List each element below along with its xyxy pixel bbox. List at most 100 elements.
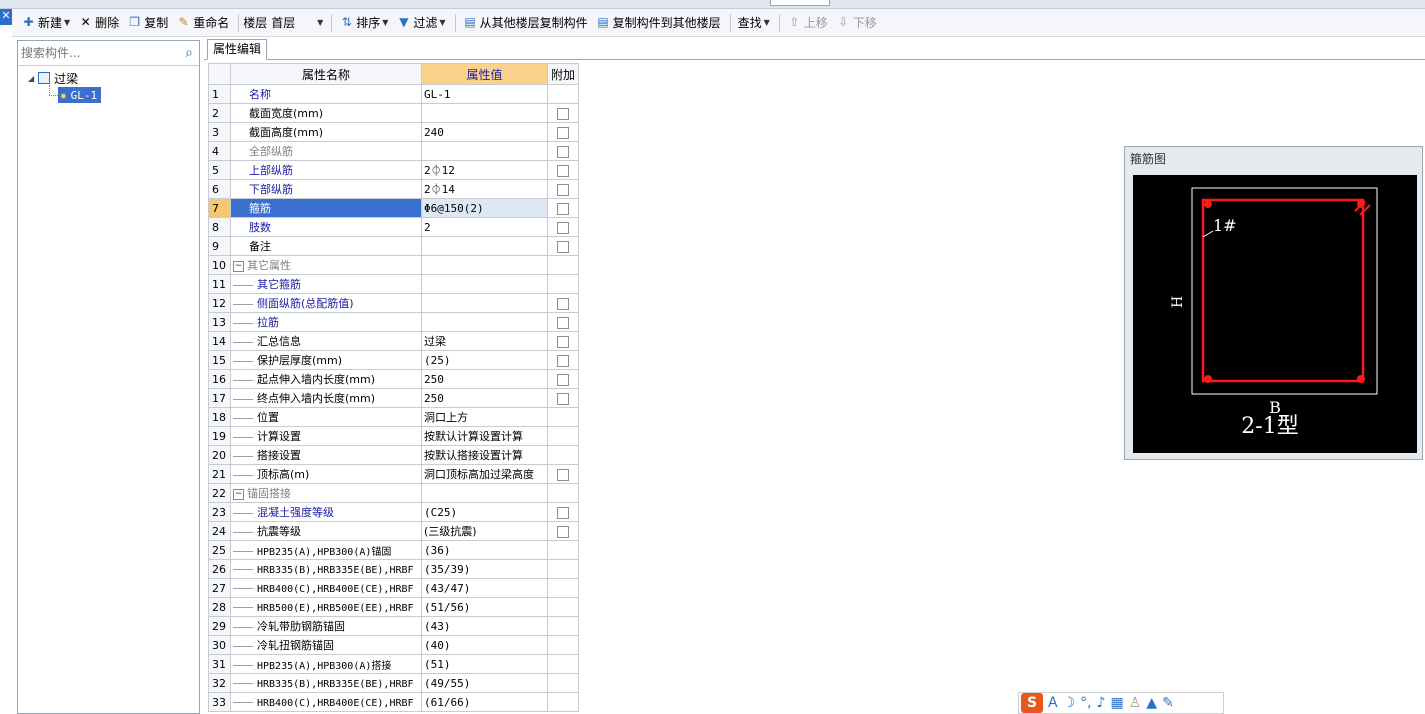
col-header-value[interactable]: 属性值	[421, 63, 548, 85]
filter-button[interactable]: ▼ 过滤 ▼	[393, 12, 448, 34]
table-row[interactable]: 10− 其它属性	[208, 255, 579, 275]
table-row[interactable]: 11 其它箍筋	[208, 274, 579, 294]
property-value-cell[interactable]: (40)	[421, 635, 548, 655]
move-up-button[interactable]: ⇧ 上移	[784, 12, 831, 34]
property-value-cell[interactable]: (51/56)	[421, 597, 548, 617]
table-row[interactable]: 12 侧面纵筋(总配筋值)	[208, 293, 579, 313]
property-value-cell[interactable]: 洞口顶标高加过梁高度	[421, 464, 548, 484]
moon-icon[interactable]: ☽	[1063, 695, 1076, 711]
search-input[interactable]	[18, 43, 168, 63]
table-row[interactable]: 29 冷轧带肋钢筋锚固 (43)	[208, 616, 579, 636]
ime-mode-icon[interactable]: A	[1048, 695, 1058, 711]
property-name-cell[interactable]: 拉筋	[230, 312, 422, 332]
table-row[interactable]: 24 抗震等级 (三级抗震)	[208, 521, 579, 541]
property-name-cell[interactable]: 保护层厚度(mm)	[230, 350, 422, 370]
property-value-cell[interactable]	[421, 141, 548, 161]
table-row[interactable]: 22− 锚固搭接	[208, 483, 579, 503]
table-row[interactable]: 32 HRB335(B),HRB335E(BE),HRBF (49/55)	[208, 673, 579, 693]
property-name-cell[interactable]: 冷轧扭钢筋锚固	[230, 635, 422, 655]
tree-node-selected[interactable]: ✹ GL-1	[58, 87, 102, 103]
table-row[interactable]: 28 HRB500(E),HRB500E(EE),HRBF (51/56)	[208, 597, 579, 617]
table-row[interactable]: 4 全部纵筋	[208, 141, 579, 161]
table-row[interactable]: 20 搭接设置 按默认搭接设置计算	[208, 445, 579, 465]
property-value-cell[interactable]: 洞口上方	[421, 407, 548, 427]
find-button[interactable]: 查找 ▼	[735, 12, 773, 34]
property-value-cell[interactable]: GL-1	[421, 84, 548, 104]
col-header-extra[interactable]: 附加	[547, 63, 579, 85]
skin-icon[interactable]: ▲	[1146, 695, 1157, 711]
property-name-cell[interactable]: HPB235(A),HPB300(A)搭接	[230, 654, 422, 674]
collapse-icon[interactable]: −	[233, 260, 244, 272]
search-icon[interactable]: ⌕	[185, 45, 193, 61]
extra-checkbox[interactable]	[557, 525, 569, 538]
extra-checkbox[interactable]	[557, 373, 569, 386]
property-value-cell[interactable]: 2	[421, 217, 548, 237]
extra-checkbox[interactable]	[557, 468, 569, 481]
move-down-button[interactable]: ⇩ 下移	[833, 12, 880, 34]
property-value-cell[interactable]: 过梁	[421, 331, 548, 351]
property-name-cell[interactable]: 混凝土强度等级	[230, 502, 422, 522]
extra-checkbox[interactable]	[557, 354, 569, 367]
property-name-cell[interactable]: 终点伸入墙内长度(mm)	[230, 388, 422, 408]
table-row[interactable]: 14 汇总信息 过梁	[208, 331, 579, 351]
col-header-name[interactable]: 属性名称	[230, 63, 422, 85]
property-name-cell[interactable]: HRB335(B),HRB335E(BE),HRBF	[230, 559, 422, 579]
collapse-icon[interactable]: ◢	[28, 74, 34, 83]
property-name-cell[interactable]: 上部纵筋	[230, 160, 422, 180]
property-name-cell[interactable]: 搭接设置	[230, 445, 422, 465]
property-name-cell[interactable]: 位置	[230, 407, 422, 427]
table-row[interactable]: 6 下部纵筋 2⏀14	[208, 179, 579, 199]
table-row[interactable]: 5 上部纵筋 2⏀12	[208, 160, 579, 180]
property-name-cell[interactable]: HPB235(A),HPB300(A)锚固	[230, 540, 422, 560]
tab-property-edit[interactable]: 属性编辑	[207, 39, 268, 60]
copy-to-floor-button[interactable]: ▤ 复制构件到其他楼层	[593, 12, 724, 34]
property-name-cell[interactable]: − 锚固搭接	[230, 483, 422, 503]
property-value-cell[interactable]: (49/55)	[421, 673, 548, 693]
property-value-cell[interactable]: 250	[421, 388, 548, 408]
property-value-cell[interactable]	[421, 293, 548, 313]
extra-checkbox[interactable]	[557, 221, 569, 234]
table-row[interactable]: 13 拉筋	[208, 312, 579, 332]
property-name-cell[interactable]: 截面高度(mm)	[230, 122, 422, 142]
window-tab[interactable]	[770, 0, 830, 6]
table-row[interactable]: 9 备注	[208, 236, 579, 256]
property-name-cell[interactable]: 截面宽度(mm)	[230, 103, 422, 123]
property-value-cell[interactable]: Φ6@150(2)	[421, 198, 548, 218]
property-value-cell[interactable]	[421, 483, 548, 503]
table-row[interactable]: 18 位置 洞口上方	[208, 407, 579, 427]
table-row[interactable]: 1 名称 GL-1	[208, 84, 579, 104]
property-name-cell[interactable]: HRB400(C),HRB400E(CE),HRBF	[230, 692, 422, 712]
property-value-cell[interactable]: (43)	[421, 616, 548, 636]
property-name-cell[interactable]: − 其它属性	[230, 255, 422, 275]
property-value-cell[interactable]: 按默认计算设置计算	[421, 426, 548, 446]
table-row[interactable]: 7 箍筋 Φ6@150(2)	[208, 198, 579, 218]
extra-checkbox[interactable]	[557, 506, 569, 519]
tree-node-gl-1[interactable]: ✹ GL-1	[58, 87, 102, 103]
floor-select[interactable]: 首层 ▼	[267, 12, 328, 33]
property-name-cell[interactable]: 抗震等级	[230, 521, 422, 541]
punctuation-icon[interactable]: °,	[1080, 695, 1091, 711]
table-row[interactable]: 19 计算设置 按默认计算设置计算	[208, 426, 579, 446]
collapse-icon[interactable]: −	[233, 488, 244, 500]
extra-checkbox[interactable]	[557, 164, 569, 177]
copy-button[interactable]: ❐ 复制	[124, 12, 171, 34]
rename-button[interactable]: ✎ 重命名	[173, 12, 232, 34]
table-row[interactable]: 33 HRB400(C),HRB400E(CE),HRBF (61/66)	[208, 692, 579, 712]
property-value-cell[interactable]: (三级抗震)	[421, 521, 548, 541]
property-name-cell[interactable]: 全部纵筋	[230, 141, 422, 161]
table-row[interactable]: 2 截面宽度(mm)	[208, 103, 579, 123]
property-name-cell[interactable]: HRB400(C),HRB400E(CE),HRBF	[230, 578, 422, 598]
keyboard-icon[interactable]: ▦	[1111, 695, 1124, 711]
table-row[interactable]: 21 顶标高(m) 洞口顶标高加过梁高度	[208, 464, 579, 484]
property-name-cell[interactable]: 下部纵筋	[230, 179, 422, 199]
property-value-cell[interactable]: (51)	[421, 654, 548, 674]
property-name-cell[interactable]: 名称	[230, 84, 422, 104]
table-row[interactable]: 3 截面高度(mm) 240	[208, 122, 579, 142]
table-row[interactable]: 17 终点伸入墙内长度(mm) 250	[208, 388, 579, 408]
delete-button[interactable]: ✕ 删除	[75, 12, 122, 34]
property-name-cell[interactable]: 肢数	[230, 217, 422, 237]
user-icon[interactable]: ♙	[1129, 695, 1142, 711]
property-value-cell[interactable]: (35/39)	[421, 559, 548, 579]
property-name-cell[interactable]: 其它箍筋	[230, 274, 422, 294]
table-row[interactable]: 30 冷轧扭钢筋锚固 (40)	[208, 635, 579, 655]
